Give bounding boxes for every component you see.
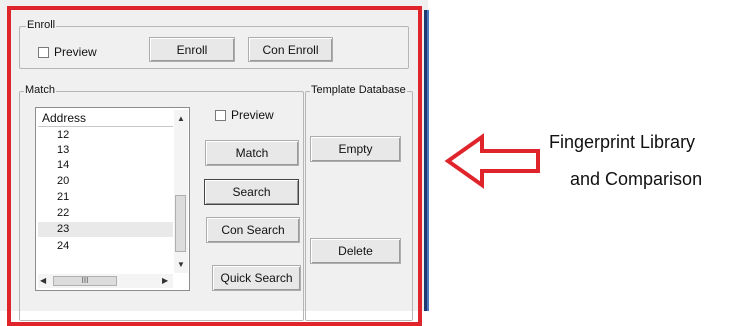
left-arrow-icon (444, 133, 540, 189)
annotation-line-1: Fingerprint Library (549, 132, 696, 152)
window-edge-line-blue (427, 10, 429, 311)
annotation-line-2: and Comparison (570, 169, 703, 189)
fingerprint-panel: Enroll Preview Enroll Con Enroll Match T… (0, 0, 428, 326)
highlight-frame (7, 6, 422, 326)
